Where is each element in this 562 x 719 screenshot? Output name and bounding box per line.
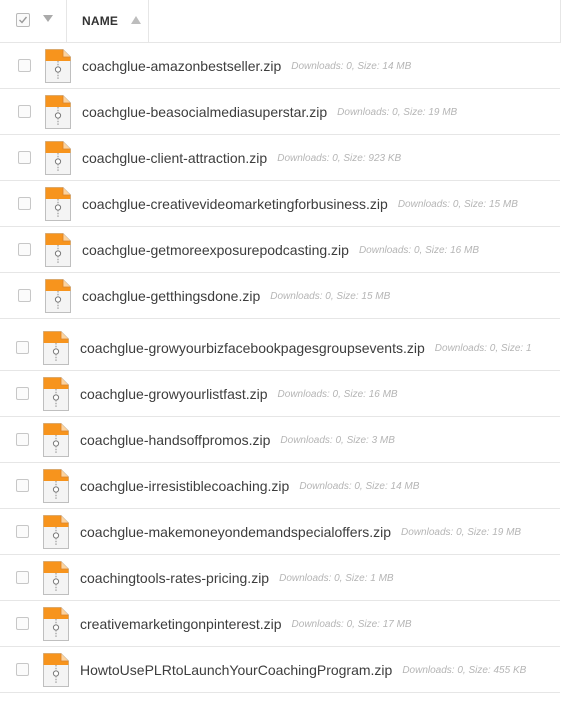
header-divider — [66, 0, 67, 42]
file-name-link[interactable]: coachglue-beasocialmediasuperstar.zip — [82, 104, 327, 120]
file-name-link[interactable]: coachingtools-rates-pricing.zip — [80, 570, 269, 586]
file-row[interactable]: coachglue-growyourlistfast.zip Downloads:… — [0, 371, 560, 417]
file-name-link[interactable]: coachglue-getthingsdone.zip — [82, 288, 260, 304]
file-meta: Downloads: 0, Size: 1 MB — [279, 573, 394, 584]
file-name-link[interactable]: coachglue-creativevideomarketingforbusin… — [82, 196, 388, 212]
zip-file-icon — [42, 422, 70, 458]
zip-file-icon — [42, 514, 70, 550]
row-divider — [0, 692, 560, 693]
zip-file-icon — [44, 232, 72, 268]
file-meta: Downloads: 0, Size: 15 MB — [270, 291, 391, 302]
file-row[interactable]: coachglue-makemoneyondemandspecialoffers… — [0, 509, 560, 555]
select-all-checkbox[interactable] — [16, 13, 30, 27]
file-name-link[interactable]: coachglue-client-attraction.zip — [82, 150, 267, 166]
row-checkbox[interactable] — [18, 289, 31, 302]
file-name-link[interactable]: coachglue-irresistiblecoaching.zip — [80, 478, 289, 494]
file-row[interactable]: coachglue-creativevideomarketingforbusin… — [0, 181, 560, 227]
file-row[interactable]: coachglue-amazonbestseller.zip Downloads:… — [0, 43, 560, 89]
zip-file-icon — [42, 330, 70, 366]
zip-file-icon — [42, 652, 70, 688]
file-row[interactable]: coachingtools-rates-pricing.zip Downloads… — [0, 555, 560, 601]
file-meta: Downloads: 0, Size: 1 — [434, 343, 532, 354]
list-header: NAME — [0, 0, 561, 43]
file-row[interactable]: coachglue-growyourbizfacebookpagesgroups… — [0, 325, 560, 371]
file-row[interactable]: creativemarketingonpinterest.zip Download… — [0, 601, 560, 647]
selection-dropdown-caret-icon[interactable] — [43, 15, 53, 22]
row-checkbox[interactable] — [18, 197, 31, 210]
file-row[interactable]: coachglue-irresistiblecoaching.zip Downlo… — [0, 463, 560, 509]
file-name-link[interactable]: coachglue-makemoneyondemandspecialoffers… — [80, 524, 391, 540]
zip-file-icon — [42, 376, 70, 412]
row-checkbox[interactable] — [16, 341, 29, 354]
file-meta: Downloads: 0, Size: 19 MB — [401, 527, 522, 538]
file-name-link[interactable]: coachglue-growyourbizfacebookpagesgroups… — [80, 340, 425, 356]
zip-file-icon — [44, 140, 72, 176]
file-meta: Downloads: 0, Size: 19 MB — [337, 107, 458, 118]
zip-file-icon — [42, 468, 70, 504]
row-checkbox[interactable] — [16, 617, 29, 630]
file-row[interactable]: coachglue-getthingsdone.zip Downloads: 0,… — [0, 273, 560, 319]
file-meta: Downloads: 0, Size: 455 KB — [402, 665, 527, 676]
file-meta: Downloads: 0, Size: 16 MB — [358, 245, 480, 256]
file-meta: Downloads: 0, Size: 923 KB — [277, 153, 402, 164]
row-checkbox[interactable] — [18, 105, 31, 118]
file-name-link[interactable]: coachglue-growyourlistfast.zip — [80, 386, 268, 402]
header-divider — [148, 0, 149, 42]
row-checkbox[interactable] — [16, 571, 29, 584]
file-meta: Downloads: 0, Size: 17 MB — [291, 619, 412, 630]
file-meta: Downloads: 0, Size: 14 MB — [291, 61, 412, 72]
file-row[interactable]: coachglue-beasocialmediasuperstar.zip Dow… — [0, 89, 560, 135]
row-checkbox[interactable] — [16, 663, 29, 676]
file-row[interactable]: HowtoUsePLRtoLaunchYourCoachingProgram.z… — [0, 647, 560, 693]
row-checkbox[interactable] — [16, 387, 29, 400]
file-meta: Downloads: 0, Size: 14 MB — [299, 481, 420, 492]
zip-file-icon — [44, 186, 72, 222]
sort-ascending-icon[interactable] — [131, 16, 141, 24]
file-row[interactable]: coachglue-handsoffpromos.zip Downloads: 0… — [0, 417, 560, 463]
file-name-link[interactable]: creativemarketingonpinterest.zip — [80, 616, 282, 632]
zip-file-icon — [42, 560, 70, 596]
file-list: NAME coachglue-amazonbestseller.zip Downl… — [0, 0, 562, 719]
file-row[interactable]: coachglue-getmoreexposurepodcasting.zip D… — [0, 227, 560, 273]
zip-file-icon — [44, 94, 72, 130]
file-name-link[interactable]: HowtoUsePLRtoLaunchYourCoachingProgram.z… — [80, 662, 392, 678]
file-meta: Downloads: 0, Size: 15 MB — [397, 199, 518, 210]
row-divider — [0, 318, 560, 319]
file-row[interactable]: coachglue-client-attraction.zip Downloads… — [0, 135, 560, 181]
file-name-link[interactable]: coachglue-getmoreexposurepodcasting.zip — [82, 242, 349, 258]
row-checkbox[interactable] — [18, 59, 31, 72]
file-name-link[interactable]: coachglue-handsoffpromos.zip — [80, 432, 270, 448]
row-checkbox[interactable] — [16, 525, 29, 538]
zip-file-icon — [42, 606, 70, 642]
file-name-link[interactable]: coachglue-amazonbestseller.zip — [82, 58, 281, 74]
file-meta: Downloads: 0, Size: 16 MB — [277, 389, 398, 400]
row-checkbox[interactable] — [18, 243, 31, 256]
row-checkbox[interactable] — [16, 433, 29, 446]
zip-file-icon — [44, 278, 72, 314]
row-checkbox[interactable] — [16, 479, 29, 492]
zip-file-icon — [44, 48, 72, 84]
file-meta: Downloads: 0, Size: 3 MB — [280, 435, 395, 446]
row-checkbox[interactable] — [18, 151, 31, 164]
name-column-header[interactable]: NAME — [82, 14, 118, 28]
